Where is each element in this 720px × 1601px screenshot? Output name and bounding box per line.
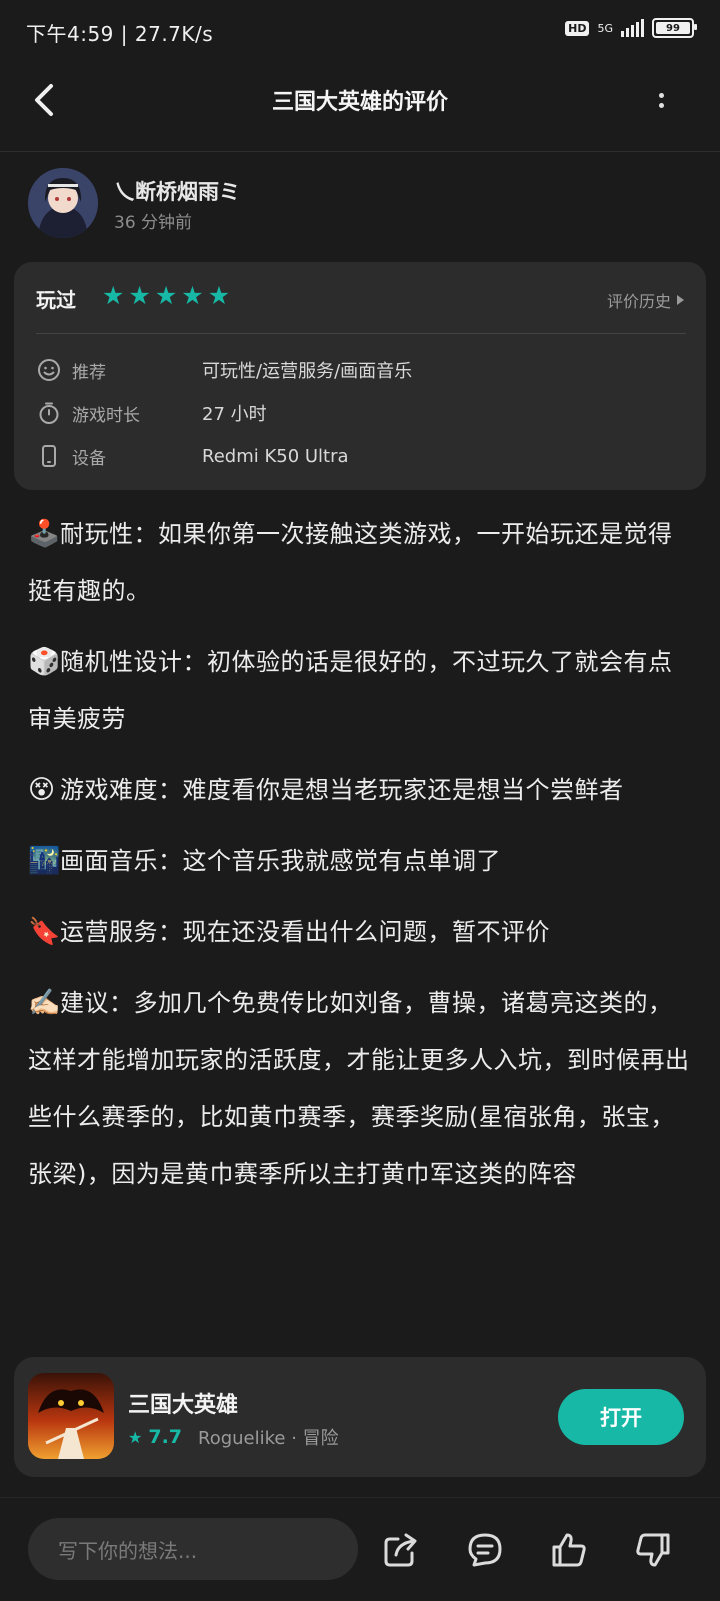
info-key: 设备 <box>72 448 106 469</box>
info-value: 27 小时 <box>202 404 267 425</box>
comment-input[interactable]: 写下你的想法... <box>28 1518 358 1580</box>
review-paragraph: ✍🏻建议：多加几个免费传比如刘备，曹操，诸葛亮这类的，这样才能增加玩家的活跃度，… <box>28 975 694 1203</box>
game-meta: ★ 7.7 Roguelike · 冒险 <box>128 1424 339 1450</box>
star-icon: ★ <box>102 281 125 310</box>
info-row-recommend: 推荐 可玩性/运营服务/画面音乐 <box>36 355 412 385</box>
game-art-icon <box>28 1373 114 1459</box>
network-label: 5G <box>597 21 613 35</box>
review-text: 建议：多加几个免费传比如刘备，曹操，诸葛亮这类的，这样才能增加玩家的活跃度，才能… <box>28 989 690 1188</box>
game-tags: Roguelike · 冒险 <box>198 1428 339 1449</box>
stopwatch-icon <box>36 400 62 426</box>
star-icon: ★ <box>154 281 178 310</box>
rating-stars: ★ ★ ★ ★ ★ <box>102 283 230 309</box>
star-icon: ★ <box>128 281 151 310</box>
battery-icon: 99 <box>652 18 697 38</box>
avatar[interactable] <box>28 168 98 238</box>
played-label: 玩过 <box>36 288 76 312</box>
page-title: 三国大英雄的评价 <box>271 90 448 115</box>
writing-hand-icon: ✍🏻 <box>28 988 61 1018</box>
review-paragraph: 🔖运营服务：现在还没看出什么问题，暂不评价 <box>28 904 694 961</box>
like-button[interactable] <box>546 1527 592 1573</box>
star-icon: ★ <box>207 281 231 310</box>
signal-icon <box>621 19 644 37</box>
info-value: Redmi K50 Ultra <box>202 445 349 467</box>
share-button[interactable] <box>378 1527 424 1573</box>
smile-icon <box>36 357 62 383</box>
star-icon: ★ <box>128 1427 143 1447</box>
info-row-device: 设备 Redmi K50 Ultra <box>36 441 349 471</box>
review-history-link[interactable]: 评价历史 <box>607 288 684 312</box>
bookmark-tag-icon: 🔖 <box>28 917 61 947</box>
nav-divider <box>0 151 720 152</box>
review-body: 🕹️耐玩性：如果你第一次接触这类游戏，一开始玩还是觉得挺有趣的。 🎲随机性设计：… <box>28 506 694 1217</box>
review-paragraph: 🎲随机性设计：初体验的话是很好的，不过玩久了就会有点审美疲劳 <box>28 634 694 748</box>
info-row-playtime: 游戏时长 27 小时 <box>36 398 267 428</box>
review-text: 运营服务：现在还没看出什么问题，暂不评价 <box>60 918 550 946</box>
comment-button[interactable] <box>462 1527 508 1573</box>
card-divider <box>36 333 686 334</box>
thumbs-up-icon <box>552 1533 586 1567</box>
review-paragraph: 🌃画面音乐：这个音乐我就感觉有点单调了 <box>28 833 694 890</box>
star-icon: ★ <box>181 281 204 310</box>
night-city-icon: 🌃 <box>28 846 61 876</box>
review-text: 画面音乐：这个音乐我就感觉有点单调了 <box>60 847 501 875</box>
bottom-divider <box>0 1497 720 1498</box>
comment-icon <box>468 1533 502 1567</box>
review-paragraph: 🕹️耐玩性：如果你第一次接触这类游戏，一开始玩还是觉得挺有趣的。 <box>28 506 694 620</box>
hd-badge: HD <box>565 20 590 36</box>
more-dot-icon <box>658 92 664 98</box>
more-menu-button[interactable] <box>646 82 676 118</box>
play-arrow-icon <box>677 295 684 305</box>
info-key: 推荐 <box>72 362 106 383</box>
author-name[interactable]: 乀断桥烟雨ミ <box>114 176 240 206</box>
phone-icon <box>36 443 62 469</box>
review-text: 随机性设计：初体验的话是很好的，不过玩久了就会有点审美疲劳 <box>28 648 673 733</box>
status-time: 下午4:59 | 27.7K/s <box>26 22 214 46</box>
dislike-button[interactable] <box>630 1527 676 1573</box>
review-text: 游戏难度：难度看你是想当老玩家还是想当个尝鲜者 <box>60 776 624 804</box>
post-time: 36 分钟前 <box>114 213 193 233</box>
game-name[interactable]: 三国大英雄 <box>128 1387 238 1419</box>
status-bar: 下午4:59 | 27.7K/s HD 5G 99 <box>0 0 720 64</box>
status-icons: HD 5G 99 <box>565 18 697 38</box>
info-value: 可玩性/运营服务/画面音乐 <box>202 361 413 382</box>
more-dot-icon <box>658 102 664 108</box>
dizzy-face-icon: 😵 <box>28 775 56 805</box>
joystick-icon: 🕹️ <box>28 519 61 549</box>
avatar-image <box>28 168 98 238</box>
open-game-button[interactable]: 打开 <box>558 1389 684 1445</box>
game-icon[interactable] <box>28 1373 114 1459</box>
battery-level: 99 <box>666 22 680 34</box>
review-history-label: 评价历史 <box>606 292 671 311</box>
dice-icon: 🎲 <box>28 647 61 677</box>
thumbs-down-icon <box>636 1533 670 1567</box>
share-icon <box>384 1533 417 1567</box>
info-key: 游戏时长 <box>72 405 140 426</box>
review-paragraph: 😵 游戏难度：难度看你是想当老玩家还是想当个尝鲜者 <box>28 762 694 819</box>
game-rating: 7.7 <box>148 1426 183 1448</box>
review-text: 耐玩性：如果你第一次接触这类游戏，一开始玩还是觉得挺有趣的。 <box>28 520 673 605</box>
